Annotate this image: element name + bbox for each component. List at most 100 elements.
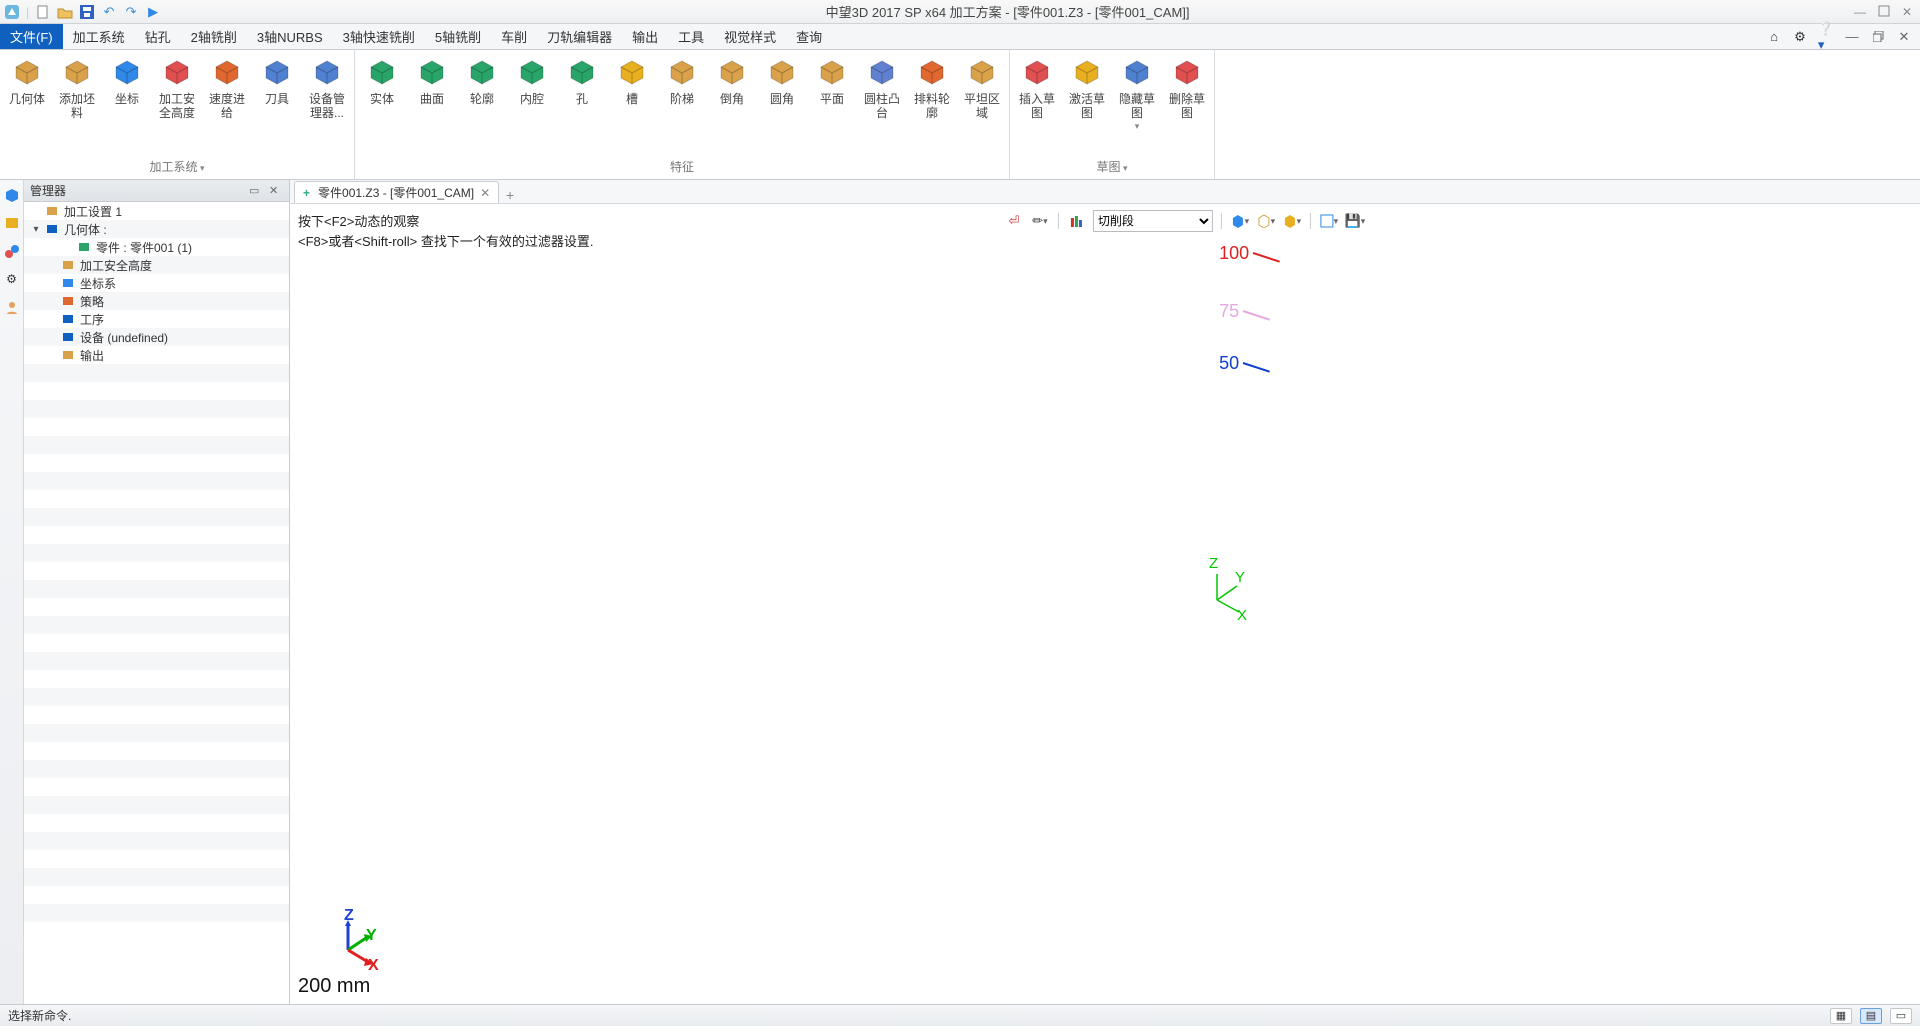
tree-row[interactable]	[24, 418, 289, 436]
menu-output[interactable]: 输出	[622, 24, 668, 49]
tree-row[interactable]	[24, 436, 289, 454]
tree-row[interactable]	[24, 670, 289, 688]
vt-cube2-icon[interactable]	[1256, 211, 1276, 231]
tree-row[interactable]	[24, 490, 289, 508]
tree-row[interactable]: 坐标系	[24, 274, 289, 292]
run-icon[interactable]: ▶	[145, 4, 161, 20]
app-icon[interactable]	[4, 4, 20, 20]
ribbon-plane-button[interactable]: 平面	[809, 52, 855, 106]
status-btn-1[interactable]: ▦	[1830, 1008, 1852, 1024]
undo-icon[interactable]: ↶	[101, 4, 117, 20]
side-gear-icon[interactable]: ⚙	[3, 270, 21, 288]
tree-row[interactable]	[24, 904, 289, 922]
status-btn-3[interactable]: ▭	[1890, 1008, 1912, 1024]
menu-proc[interactable]: 加工系统	[63, 24, 135, 49]
tree-row[interactable]	[24, 544, 289, 562]
close-icon[interactable]: ✕	[1902, 5, 1916, 19]
ribbon-equip-button[interactable]: 设备管 理器...	[304, 52, 350, 120]
menu-2axis[interactable]: 2轴铣削	[181, 24, 247, 49]
vt-cube3-icon[interactable]	[1282, 211, 1302, 231]
vt-exit-icon[interactable]: ⏎	[1004, 211, 1024, 231]
ribbon-delete-sk-button[interactable]: 删除草 图	[1164, 52, 1210, 120]
ribbon-add-blank-button[interactable]: 添加坯 料	[54, 52, 100, 120]
child-close-icon[interactable]: ✕	[1896, 29, 1912, 45]
tree-row[interactable]	[24, 760, 289, 778]
tree-row[interactable]	[24, 724, 289, 742]
tree-row[interactable]	[24, 688, 289, 706]
menu-tool[interactable]: 工具	[668, 24, 714, 49]
minimize-icon[interactable]: —	[1854, 5, 1868, 19]
tree-row[interactable]	[24, 364, 289, 382]
tree-row[interactable]	[24, 814, 289, 832]
ribbon-safe-h-button[interactable]: 加工安 全高度	[154, 52, 200, 120]
tree-row[interactable]: 零件 : 零件001 (1)	[24, 238, 289, 256]
tree-row[interactable]: ▾几何体 :	[24, 220, 289, 238]
ribbon-feed-button[interactable]: 速度进 给	[204, 52, 250, 120]
tree-expander-icon[interactable]: ▾	[30, 224, 42, 235]
ribbon-nest-prof-button[interactable]: 排料轮 廓	[909, 52, 955, 120]
settings-icon[interactable]: ⚙	[1792, 29, 1808, 45]
tree-row[interactable]	[24, 850, 289, 868]
ribbon-profile-button[interactable]: 轮廓	[459, 52, 505, 106]
panel-undock-icon[interactable]: ▭	[249, 184, 263, 198]
tree-row[interactable]	[24, 634, 289, 652]
tree-row[interactable]	[24, 382, 289, 400]
vt-frame-icon[interactable]	[1319, 211, 1339, 231]
menu-3nurbs[interactable]: 3轴NURBS	[247, 24, 333, 49]
ribbon-cavity-button[interactable]: 内腔	[509, 52, 555, 106]
menu-vstyle[interactable]: 视觉样式	[714, 24, 786, 49]
ribbon-solid-button[interactable]: 实体	[359, 52, 405, 106]
tree-row[interactable]	[24, 868, 289, 886]
panel-close-icon[interactable]: ✕	[269, 184, 283, 198]
document-tab[interactable]: + 零件001.Z3 - [零件001_CAM] ✕	[294, 181, 499, 203]
menu-drill[interactable]: 钻孔	[135, 24, 181, 49]
tree-row[interactable]	[24, 562, 289, 580]
tab-add-button[interactable]: +	[499, 187, 521, 203]
tree-row[interactable]: 输出	[24, 346, 289, 364]
tree-row[interactable]	[24, 472, 289, 490]
new-file-icon[interactable]	[35, 4, 51, 20]
ribbon-flat-button[interactable]: 平坦区 域	[959, 52, 1005, 120]
side-user-icon[interactable]	[3, 298, 21, 316]
ribbon-chamfer-button[interactable]: 倒角	[709, 52, 755, 106]
ribbon-step-button[interactable]: 阶梯	[659, 52, 705, 106]
tree-row[interactable]: 工序	[24, 310, 289, 328]
child-minimize-icon[interactable]: —	[1844, 29, 1860, 45]
tree-row[interactable]	[24, 598, 289, 616]
side-cube-icon[interactable]	[3, 186, 21, 204]
vt-save-icon[interactable]: 💾	[1345, 211, 1365, 231]
tree-row[interactable]: 加工设置 1	[24, 202, 289, 220]
ribbon-hole-button[interactable]: 孔	[559, 52, 605, 106]
ribbon-surface-button[interactable]: 曲面	[409, 52, 455, 106]
tree-row[interactable]	[24, 454, 289, 472]
ribbon-insert-sk-button[interactable]: 插入草 图	[1014, 52, 1060, 120]
menu-toolpath[interactable]: 刀轨编辑器	[537, 24, 622, 49]
ribbon-hide-sk-button[interactable]: 隐藏草 图▾	[1114, 52, 1160, 135]
cut-segment-select[interactable]: 切削段	[1093, 210, 1213, 232]
home-icon[interactable]: ⌂	[1766, 29, 1782, 45]
manager-tree[interactable]: 加工设置 1▾几何体 :零件 : 零件001 (1)加工安全高度坐标系策略工序设…	[24, 202, 289, 1004]
tree-row[interactable]: 加工安全高度	[24, 256, 289, 274]
menu-file[interactable]: 文件(F)	[0, 24, 63, 49]
menu-query[interactable]: 查询	[786, 24, 832, 49]
redo-icon[interactable]: ↷	[123, 4, 139, 20]
maximize-icon[interactable]	[1878, 5, 1892, 19]
tree-row[interactable]	[24, 616, 289, 634]
vt-cube1-icon[interactable]	[1230, 211, 1250, 231]
tree-row[interactable]	[24, 778, 289, 796]
vt-eraser-icon[interactable]: ✏	[1030, 211, 1050, 231]
tree-row[interactable]	[24, 580, 289, 598]
ribbon-cutter-button[interactable]: 刀具	[254, 52, 300, 106]
tree-row[interactable]	[24, 742, 289, 760]
tab-close-icon[interactable]: ✕	[480, 186, 490, 200]
status-btn-2[interactable]: ▤	[1860, 1008, 1882, 1024]
tree-row[interactable]	[24, 706, 289, 724]
help-icon[interactable]: ❔ ▾	[1818, 29, 1834, 45]
tree-row[interactable]	[24, 508, 289, 526]
tree-row[interactable]	[24, 400, 289, 418]
tree-row[interactable]	[24, 526, 289, 544]
ribbon-fillet-button[interactable]: 圆角	[759, 52, 805, 106]
ribbon-boss-button[interactable]: 圆柱凸 台	[859, 52, 905, 120]
child-restore-icon[interactable]	[1870, 29, 1886, 45]
open-file-icon[interactable]	[57, 4, 73, 20]
